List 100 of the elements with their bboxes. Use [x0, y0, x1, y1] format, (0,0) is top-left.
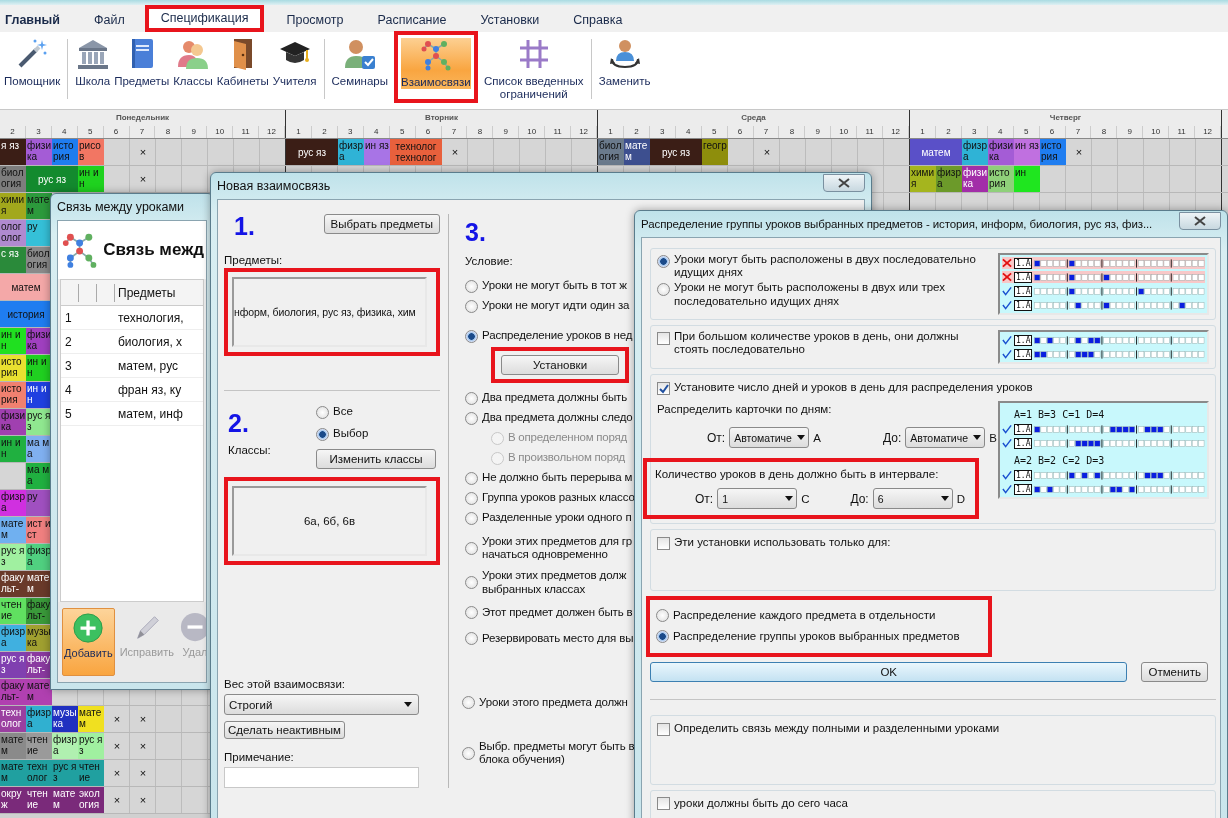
lesson-cell[interactable]: матем: [52, 787, 78, 813]
lesson-cell[interactable]: музыка: [26, 625, 52, 651]
lesson-cell[interactable]: геогр: [702, 139, 728, 165]
lesson-cell[interactable]: рус яз: [286, 139, 338, 165]
lesson-cell[interactable]: физра: [26, 544, 52, 570]
dropdown[interactable]: Автоматиче: [729, 427, 810, 448]
ribbon-button[interactable]: Классы: [171, 35, 215, 90]
lesson-cell[interactable]: ин яз: [1014, 139, 1040, 165]
ribbon-button[interactable]: Кабинеты: [214, 35, 271, 90]
lesson-cell[interactable]: рисов: [78, 139, 104, 165]
lesson-cell[interactable]: рус яз: [26, 409, 52, 435]
lesson-cell[interactable]: окруж: [0, 787, 26, 813]
lesson-cell[interactable]: ин ин: [26, 382, 52, 408]
cancel-button[interactable]: Отменить: [1141, 662, 1208, 683]
lesson-cell[interactable]: ру: [26, 220, 52, 246]
menu-tab[interactable]: Расписание: [363, 9, 461, 32]
menu-tab[interactable]: Спецификация: [144, 5, 265, 32]
lesson-cell[interactable]: чтение: [26, 733, 52, 759]
lesson-cell[interactable]: история: [988, 166, 1014, 192]
lesson-cell[interactable]: физика: [988, 139, 1014, 165]
lesson-cell[interactable]: рус яз: [0, 544, 26, 570]
lesson-cell[interactable]: история: [1040, 139, 1066, 165]
lesson-cell[interactable]: матем: [78, 706, 104, 732]
toolbar-button[interactable]: Добавить: [62, 608, 115, 676]
lesson-cell[interactable]: музыка: [52, 706, 78, 732]
ok-button[interactable]: OK: [650, 662, 1128, 683]
lesson-cell[interactable]: матем: [0, 760, 26, 786]
change-classes-button[interactable]: Изменить классы: [316, 449, 436, 469]
lesson-cell[interactable]: рус яз: [650, 139, 702, 165]
lesson-cell[interactable]: рус яз: [0, 652, 26, 678]
lesson-cell[interactable]: чтение: [0, 598, 26, 624]
lesson-cell[interactable]: факульт-: [0, 679, 26, 705]
lesson-cell[interactable]: ин ин: [0, 436, 26, 462]
lesson-cell[interactable]: физика: [26, 328, 52, 354]
lesson-cell[interactable]: матем: [624, 139, 650, 165]
lesson-cell[interactable]: я яз: [0, 139, 26, 165]
lesson-cell[interactable]: факульт-: [26, 652, 52, 678]
lesson-cell[interactable]: химия: [0, 193, 26, 219]
lesson-cell[interactable]: рус яз: [52, 760, 78, 786]
ribbon-button[interactable]: Взаимосвязи: [394, 31, 478, 103]
lesson-cell[interactable]: с яз: [0, 247, 26, 273]
ribbon-button[interactable]: Учителя: [270, 35, 319, 90]
lesson-cell[interactable]: матем: [910, 139, 962, 165]
lesson-cell[interactable]: факульт-: [0, 571, 26, 597]
ribbon-button[interactable]: Заменить: [596, 35, 653, 90]
lesson-cell[interactable]: технолог: [0, 706, 26, 732]
lesson-cell[interactable]: ма ма: [26, 436, 52, 462]
dropdown[interactable]: 6: [872, 488, 953, 509]
ribbon-button[interactable]: Список введенных ограничений: [481, 35, 586, 103]
choose-subjects-button[interactable]: Выбрать предметы: [323, 214, 440, 234]
weight-dropdown[interactable]: Строгий: [224, 694, 419, 715]
ribbon-button[interactable]: Предметы: [112, 35, 172, 90]
deactivate-button[interactable]: Сделать неактивным: [224, 721, 345, 739]
lesson-cell[interactable]: физика: [26, 139, 52, 165]
lesson-cell[interactable]: история: [0, 382, 26, 408]
lesson-cell[interactable]: ма ма: [26, 463, 52, 489]
lesson-cell[interactable]: физра: [52, 733, 78, 759]
lesson-cell[interactable]: физра: [0, 625, 26, 651]
menu-tab[interactable]: Справка: [559, 9, 637, 32]
menu-tab[interactable]: Главный: [0, 9, 74, 32]
lesson-cell[interactable]: физика: [962, 166, 988, 192]
lesson-cell[interactable]: ин яз: [364, 139, 390, 165]
lesson-cell[interactable]: химия: [910, 166, 936, 192]
lesson-cell[interactable]: физра: [936, 166, 962, 192]
lesson-cell[interactable]: факульт-: [26, 598, 52, 624]
lesson-cell[interactable]: ру: [26, 490, 52, 516]
lesson-cell[interactable]: биология: [26, 247, 52, 273]
lesson-cell[interactable]: рус яз: [78, 733, 104, 759]
ribbon-button[interactable]: Помощник: [2, 35, 63, 90]
lesson-cell[interactable]: история: [0, 355, 26, 381]
lesson-cell[interactable]: матем: [26, 571, 52, 597]
lesson-cell[interactable]: рус яз: [26, 166, 78, 192]
lesson-cell[interactable]: ин ин: [0, 328, 26, 354]
lesson-cell[interactable]: ин: [1014, 166, 1040, 192]
lesson-cell[interactable]: ист ист: [26, 517, 52, 543]
lesson-cell[interactable]: чтение: [78, 760, 104, 786]
lesson-cell[interactable]: история: [0, 301, 52, 327]
settings-button[interactable]: Установки: [501, 355, 619, 375]
lesson-cell[interactable]: матем: [0, 733, 26, 759]
lesson-cell[interactable]: биология: [598, 139, 624, 165]
dropdown[interactable]: Автоматиче: [905, 427, 986, 448]
lesson-cell[interactable]: экология: [78, 787, 104, 813]
dropdown[interactable]: 1: [717, 488, 798, 509]
lesson-cell[interactable]: ин ин: [26, 355, 52, 381]
lesson-cell[interactable]: матем: [0, 274, 52, 300]
lesson-cell[interactable]: технолог: [26, 760, 52, 786]
ribbon-button[interactable]: Школа: [73, 35, 113, 90]
lesson-cell[interactable]: матем: [0, 517, 26, 543]
ribbon-button[interactable]: Семинары: [329, 35, 390, 90]
lesson-cell[interactable]: биология: [0, 166, 26, 192]
menu-tab[interactable]: Установки: [466, 9, 554, 32]
lesson-cell[interactable]: физра: [0, 490, 26, 516]
lesson-cell[interactable]: физра: [962, 139, 988, 165]
lesson-cell[interactable]: физра: [26, 706, 52, 732]
lesson-cell[interactable]: технолог технолог: [390, 139, 442, 165]
lesson-cell[interactable]: чтение: [26, 787, 52, 813]
lesson-cell[interactable]: матем: [26, 193, 52, 219]
menu-tab[interactable]: Просмотр: [272, 9, 358, 32]
lesson-cell[interactable]: история: [52, 139, 78, 165]
lesson-cell[interactable]: ин ин: [78, 166, 104, 192]
